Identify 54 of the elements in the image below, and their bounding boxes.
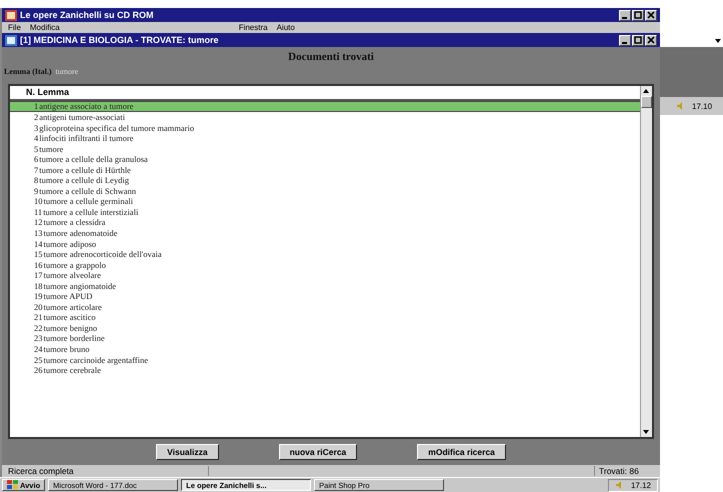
list-row[interactable]: 11tumore a cellule interstiziali	[10, 206, 640, 218]
minimize-button[interactable]	[619, 10, 631, 20]
list-row[interactable]: 23tumore borderline	[10, 333, 640, 344]
list-row[interactable]: 24tumore bruno	[10, 344, 640, 355]
list-row[interactable]: 14tumore adiposo	[10, 238, 640, 250]
list-row[interactable]: 7tumore a cellule di Hürthle	[10, 164, 640, 176]
menu-item[interactable]: Modifica	[30, 23, 60, 32]
list-row[interactable]: 4linfociti infiltranti il tumore	[10, 133, 640, 144]
scroll-thumb[interactable]	[641, 96, 652, 108]
list-row[interactable]: 25tumore carcinoide argentaffine	[10, 354, 640, 366]
list-row[interactable]: 2antigeni tumore-associati	[10, 112, 640, 123]
action-button[interactable]: mOdifica ricerca	[417, 444, 506, 460]
list-row[interactable]: 22tumore benigno	[10, 322, 640, 334]
window-title: [1] MEDICINA E BIOLOGIA - TROVATE: tumore	[20, 35, 218, 45]
status-count: Trovati: 86	[594, 466, 654, 476]
list-row[interactable]: 3glicoproteina specifica del tumore mammario	[10, 122, 640, 134]
query-value: tumore	[56, 67, 78, 76]
list-row[interactable]: 6tumore a cellule della granulosa	[10, 154, 640, 165]
panel-heading: Documenti trovati	[287, 51, 375, 63]
list-row[interactable]: 12tumore a clessidra	[10, 217, 640, 228]
menu-item[interactable]: Aiuto	[276, 23, 295, 32]
list-row[interactable]: 9tumore a cellule di Schwann	[10, 186, 640, 196]
query-label: Lemma (Ital.)	[4, 67, 52, 76]
action-button[interactable]: nuova riCerca	[278, 444, 358, 460]
list-row[interactable]: 13tumore adenomatoide	[10, 228, 640, 239]
windows-logo-icon	[7, 480, 18, 490]
app-icon	[5, 10, 17, 20]
close-button[interactable]	[645, 34, 657, 46]
clock: 17.12	[630, 480, 651, 490]
list-row[interactable]: 18tumore angiomatoide	[10, 280, 640, 292]
list-row[interactable]: 21tumore ascitico	[10, 312, 640, 323]
list-row[interactable]: 16tumore a grappolo	[10, 260, 640, 270]
list-row[interactable]: 20tumore articolare	[10, 302, 640, 312]
document-icon	[5, 34, 17, 46]
clock: 17.10	[692, 102, 712, 110]
action-button[interactable]: Visualizza	[156, 444, 219, 460]
list-row[interactable]: 5tumore	[10, 144, 640, 154]
list-row[interactable]: 8tumore a cellule di Leydig	[10, 175, 640, 186]
list-row[interactable]: 17tumore alveolare	[10, 270, 640, 281]
scrollbar[interactable]	[640, 86, 652, 437]
close-button[interactable]	[645, 10, 657, 20]
maximize-button[interactable]	[632, 10, 644, 20]
list-row[interactable]: 19tumore APUD	[10, 291, 640, 302]
list-row[interactable]: 15tumore adrenocorticoide dell'ovaia	[10, 249, 640, 260]
window-title: Le opere Zanichelli su CD ROM	[20, 10, 154, 20]
menu-item[interactable]: File	[8, 23, 21, 32]
minimize-button[interactable]	[619, 34, 631, 46]
maximize-button[interactable]	[632, 34, 644, 46]
list-row[interactable]: 1antigene associato a tumore	[10, 101, 640, 112]
list-row[interactable]: 10tumore a cellule germinali	[10, 196, 640, 207]
status-message: Ricerca completa	[8, 466, 209, 476]
scroll-down-icon[interactable]	[714, 37, 722, 45]
menu-item[interactable]: Finestra	[238, 23, 268, 32]
list-row[interactable]: 26tumore cerebrale	[10, 365, 640, 376]
